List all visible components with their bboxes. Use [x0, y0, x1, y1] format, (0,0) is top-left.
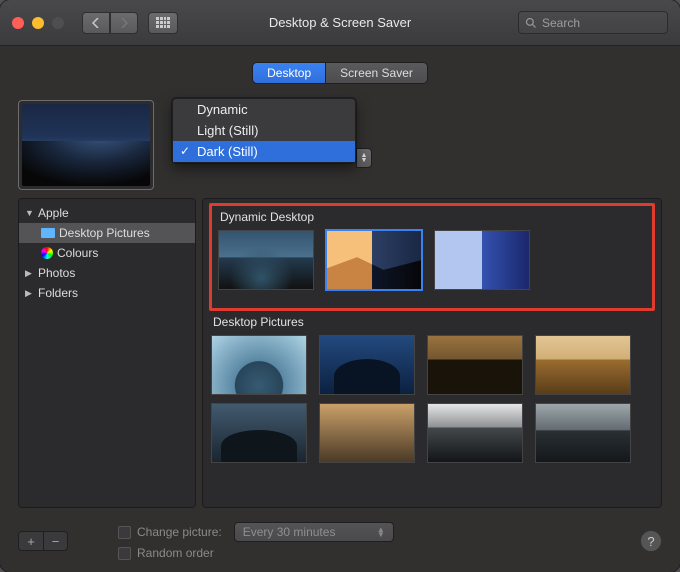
zoom-window-button — [52, 17, 64, 29]
preview-row: Dynamic Light (Still) Dark (Still) ▲▼ — [18, 100, 662, 190]
help-button[interactable]: ? — [640, 530, 662, 552]
wallpaper-thumb[interactable] — [427, 403, 523, 463]
colour-wheel-icon — [41, 247, 53, 259]
pictures-thumb-row — [211, 403, 653, 463]
sidebar-item-colours[interactable]: Colours — [19, 243, 195, 263]
disclosure-triangle-icon[interactable]: ▶ — [25, 268, 34, 279]
change-interval-popup: Every 30 minutes ▲▼ — [234, 522, 394, 542]
forward-button — [110, 12, 138, 34]
show-all-button[interactable] — [148, 12, 178, 34]
sidebar-item-folders[interactable]: ▶ Folders — [19, 283, 195, 303]
section-title-dynamic: Dynamic Desktop — [220, 210, 646, 224]
sidebar-label: Desktop Pictures — [59, 226, 150, 240]
back-button[interactable] — [82, 12, 110, 34]
wallpaper-preview-image — [22, 104, 150, 186]
remove-folder-button[interactable]: − — [43, 532, 67, 550]
preferences-window: Desktop & Screen Saver Search Desktop Sc… — [0, 0, 680, 572]
random-order-label: Random order — [137, 546, 214, 560]
content-area: Desktop Screen Saver Dynamic Light (Stil… — [0, 46, 680, 572]
dropdown-option-light[interactable]: Light (Still) — [173, 120, 355, 141]
add-remove-control: + − — [18, 531, 68, 551]
tab-bar: Desktop Screen Saver — [18, 62, 662, 84]
appearance-dropdown-menu[interactable]: Dynamic Light (Still) Dark (Still) — [172, 98, 356, 163]
wallpaper-thumb[interactable] — [434, 230, 530, 290]
dropdown-option-dark[interactable]: Dark (Still) — [173, 141, 355, 162]
dropdown-option-dynamic[interactable]: Dynamic — [173, 99, 355, 120]
sidebar-label: Apple — [38, 206, 69, 220]
tab-desktop[interactable]: Desktop — [253, 63, 325, 83]
source-sidebar: ▼ Apple Desktop Pictures Colours ▶ Photo… — [18, 198, 196, 508]
disclosure-triangle-icon[interactable]: ▼ — [25, 208, 34, 218]
wallpaper-grid: Dynamic Desktop Desktop Pictures — [202, 198, 662, 508]
random-order-checkbox[interactable] — [118, 547, 131, 560]
dynamic-thumb-row — [218, 230, 646, 290]
sidebar-item-apple[interactable]: ▼ Apple — [19, 203, 195, 223]
popup-arrows-icon: ▲▼ — [377, 527, 385, 537]
wallpaper-thumb[interactable] — [211, 335, 307, 395]
random-order-row: Random order — [118, 546, 394, 560]
sidebar-item-desktop-pictures[interactable]: Desktop Pictures — [19, 223, 195, 243]
change-picture-label: Change picture: — [137, 525, 222, 539]
folder-icon — [41, 228, 55, 238]
section-title-pictures: Desktop Pictures — [213, 315, 653, 329]
search-placeholder: Search — [542, 16, 580, 30]
interval-value: Every 30 minutes — [243, 525, 336, 539]
wallpaper-preview — [18, 100, 154, 190]
add-folder-button[interactable]: + — [19, 532, 43, 550]
window-controls — [12, 17, 64, 29]
change-picture-row: Change picture: Every 30 minutes ▲▼ — [118, 522, 394, 542]
sidebar-label: Colours — [57, 246, 98, 260]
close-window-button[interactable] — [12, 17, 24, 29]
wallpaper-thumb[interactable] — [319, 403, 415, 463]
toolbar: Desktop & Screen Saver Search — [0, 0, 680, 46]
sidebar-label: Photos — [38, 266, 75, 280]
chevron-right-icon — [120, 18, 128, 28]
minimize-window-button[interactable] — [32, 17, 44, 29]
wallpaper-thumb[interactable] — [218, 230, 314, 290]
sidebar-item-photos[interactable]: ▶ Photos — [19, 263, 195, 283]
dynamic-desktop-highlight: Dynamic Desktop — [209, 203, 655, 311]
dropdown-stepper-icon[interactable]: ▲▼ — [356, 148, 372, 168]
wallpaper-thumb[interactable] — [427, 335, 523, 395]
change-picture-checkbox[interactable] — [118, 526, 131, 539]
wallpaper-thumb[interactable] — [319, 335, 415, 395]
grid-icon — [156, 17, 170, 29]
wallpaper-thumb[interactable] — [535, 403, 631, 463]
search-field[interactable]: Search — [518, 11, 668, 34]
sidebar-label: Folders — [38, 286, 78, 300]
segmented-control: Desktop Screen Saver — [252, 62, 428, 84]
chevron-left-icon — [92, 18, 100, 28]
footer-bar: + − Change picture: Every 30 minutes ▲▼ … — [18, 522, 662, 560]
wallpaper-thumb[interactable] — [535, 335, 631, 395]
wallpaper-thumb[interactable] — [326, 230, 422, 290]
wallpaper-thumb[interactable] — [211, 403, 307, 463]
pictures-thumb-row — [211, 335, 653, 395]
disclosure-triangle-icon[interactable]: ▶ — [25, 288, 34, 299]
tab-screen-saver[interactable]: Screen Saver — [325, 63, 427, 83]
search-icon — [525, 17, 537, 29]
lower-pane: ▼ Apple Desktop Pictures Colours ▶ Photo… — [18, 198, 662, 508]
